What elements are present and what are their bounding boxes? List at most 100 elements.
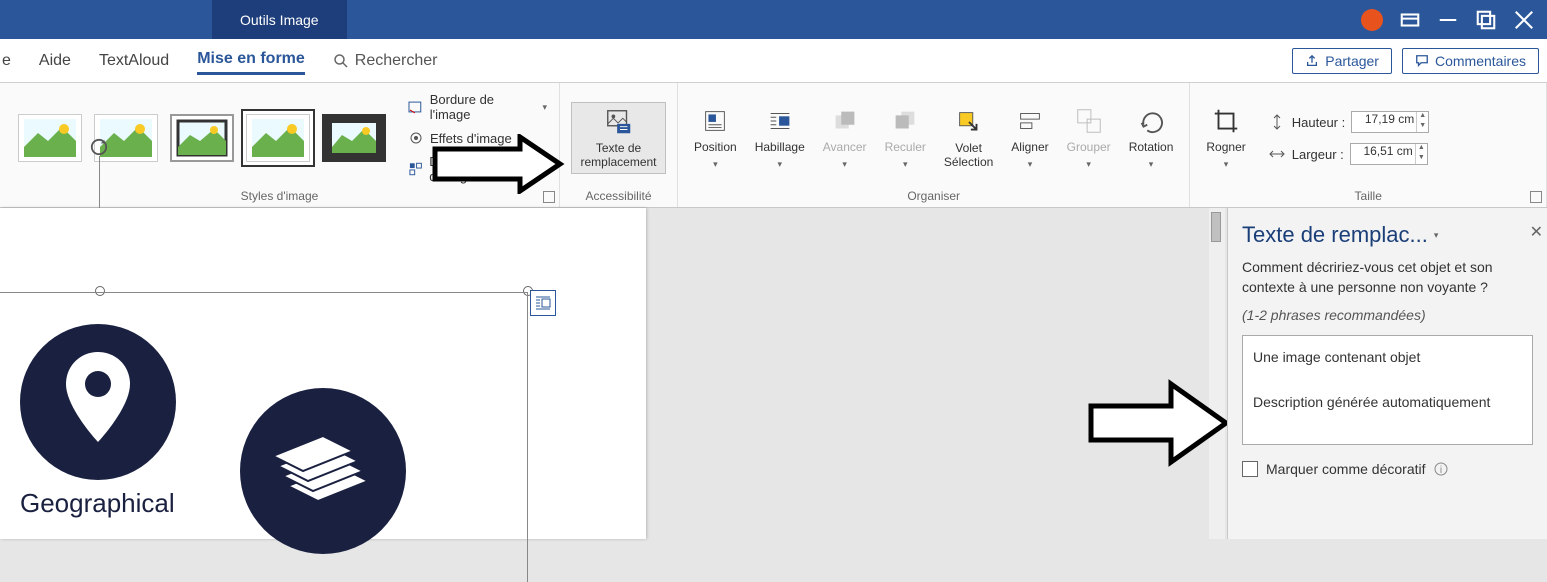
document-page[interactable]: Geographical <box>0 208 646 539</box>
titlebar: Outils Image <box>0 0 1547 39</box>
group-size: Rogner▾ Hauteur : 17,19 cm▲▼ Largeur : 1… <box>1190 83 1547 207</box>
annotation-arrow-icon <box>430 134 570 199</box>
position-label: Position <box>694 140 737 154</box>
crop-label: Rogner <box>1206 140 1245 154</box>
tab-partial[interactable]: e <box>2 48 11 74</box>
alt-text-textarea[interactable]: Une image contenant objet Description gé… <box>1242 335 1533 445</box>
svg-text:i: i <box>1439 465 1441 476</box>
decorative-label: Marquer comme décoratif <box>1266 461 1426 477</box>
annotation-arrow-icon <box>1086 378 1236 473</box>
pane-description: Comment décririez-vous cet objet et son … <box>1242 258 1533 297</box>
alt-text-icon <box>604 107 634 137</box>
search-box[interactable]: Rechercher <box>333 52 438 70</box>
search-icon <box>333 53 349 69</box>
style-thumb[interactable] <box>246 114 310 162</box>
location-pin-icon <box>18 322 178 482</box>
pane-hint: (1-2 phrases recommandées) <box>1242 307 1533 323</box>
style-thumb[interactable] <box>170 114 234 162</box>
picture-style-gallery[interactable] <box>8 110 396 166</box>
info-icon[interactable]: i <box>1434 462 1448 476</box>
alt-text-button[interactable]: Texte de remplacement <box>571 102 665 175</box>
share-button[interactable]: Partager <box>1292 48 1392 74</box>
alt-text-label: Texte de remplacement <box>580 141 656 170</box>
width-label: Largeur : <box>1292 147 1344 162</box>
wrap-icon <box>765 106 795 136</box>
width-input[interactable]: 16,51 cm▲▼ <box>1350 143 1428 165</box>
position-icon <box>700 106 730 136</box>
height-value: 17,19 cm <box>1365 112 1414 126</box>
close-icon[interactable] <box>1513 9 1535 31</box>
group-label-size: Taille <box>1198 187 1538 205</box>
position-button[interactable]: Position▾ <box>686 102 745 173</box>
height-label: Hauteur : <box>1292 115 1345 130</box>
group-label-organize: Organiser <box>686 187 1181 205</box>
minimize-icon[interactable] <box>1437 9 1459 31</box>
decorative-checkbox[interactable] <box>1242 461 1258 477</box>
picture-border-menu[interactable]: Bordure de l'image ▾ <box>404 90 551 124</box>
geographical-text: Geographical <box>20 488 175 519</box>
comments-button[interactable]: Commentaires <box>1402 48 1539 74</box>
share-icon <box>1305 54 1319 68</box>
forward-label: Avancer <box>823 140 867 154</box>
dialog-launcher-icon[interactable] <box>1530 191 1542 203</box>
layout-options-icon[interactable] <box>530 290 556 316</box>
style-thumb[interactable] <box>18 114 82 162</box>
forward-icon <box>830 106 860 136</box>
crop-icon <box>1211 106 1241 136</box>
alt-text-line1: Une image contenant objet <box>1253 346 1522 368</box>
maximize-icon[interactable] <box>1475 9 1497 31</box>
style-thumb[interactable] <box>322 114 386 162</box>
height-icon <box>1268 113 1286 131</box>
rotate-icon <box>1136 106 1166 136</box>
context-tab[interactable]: Outils Image <box>212 0 347 39</box>
group-btn-label: Grouper <box>1067 140 1111 154</box>
resize-handle[interactable] <box>95 286 105 296</box>
rotate-button[interactable]: Rotation▾ <box>1121 102 1182 173</box>
width-value: 16,51 cm <box>1363 144 1412 158</box>
forward-button[interactable]: Avancer▾ <box>815 102 875 173</box>
canvas: Geographical <box>0 208 1225 539</box>
rotation-handle-icon[interactable] <box>90 138 108 156</box>
align-icon <box>1015 106 1045 136</box>
tab-textaloud[interactable]: TextAloud <box>99 48 169 74</box>
width-icon <box>1268 145 1286 163</box>
align-label: Aligner <box>1011 140 1048 154</box>
group-icon <box>1074 106 1104 136</box>
wrap-button[interactable]: Habillage▾ <box>747 102 813 173</box>
effects-icon <box>408 130 424 146</box>
height-input[interactable]: 17,19 cm▲▼ <box>1351 111 1429 133</box>
comments-icon <box>1415 54 1429 68</box>
alt-text-pane: ✕ Texte de remplac... ▾ Comment décririe… <box>1227 208 1547 539</box>
pane-close-icon[interactable]: ✕ <box>1530 222 1543 242</box>
crop-button[interactable]: Rogner▾ <box>1198 102 1253 173</box>
user-avatar[interactable] <box>1361 9 1383 31</box>
pane-title: Texte de remplac... ▾ <box>1242 222 1533 248</box>
layout-icon <box>408 161 423 177</box>
selpane-label: Volet Sélection <box>944 141 993 170</box>
wrap-label: Habillage <box>755 140 805 154</box>
rotate-label: Rotation <box>1129 140 1174 154</box>
scroll-thumb[interactable] <box>1211 212 1221 242</box>
selection-icon <box>954 107 984 137</box>
backward-button[interactable]: Reculer▾ <box>877 102 934 173</box>
ribbon-display-icon[interactable] <box>1399 9 1421 31</box>
ribbon-tabs: e Aide TextAloud Mise en forme Recherche… <box>0 39 1547 83</box>
border-label: Bordure de l'image <box>430 92 537 122</box>
backward-icon <box>890 106 920 136</box>
selection-pane-button[interactable]: Volet Sélection <box>936 103 1001 174</box>
group-label-access: Accessibilité <box>568 187 669 205</box>
group-button[interactable]: Grouper▾ <box>1059 102 1119 173</box>
group-organize: Position▾ Habillage▾ Avancer▾ Reculer▾ V… <box>678 83 1190 207</box>
backward-label: Reculer <box>885 140 926 154</box>
tab-aide[interactable]: Aide <box>39 48 71 74</box>
search-label: Rechercher <box>355 52 438 70</box>
book-stack-icon <box>238 386 408 556</box>
share-label: Partager <box>1325 53 1379 69</box>
border-icon <box>408 99 424 115</box>
vertical-scrollbar[interactable] <box>1209 208 1225 539</box>
ribbon: Bordure de l'image ▾ Effets d'image ▾ Di… <box>0 83 1547 208</box>
align-button[interactable]: Aligner▾ <box>1003 102 1056 173</box>
comments-label: Commentaires <box>1435 53 1526 69</box>
tab-mise-en-forme[interactable]: Mise en forme <box>197 46 305 75</box>
alt-text-line2: Description générée automatiquement <box>1253 391 1522 413</box>
